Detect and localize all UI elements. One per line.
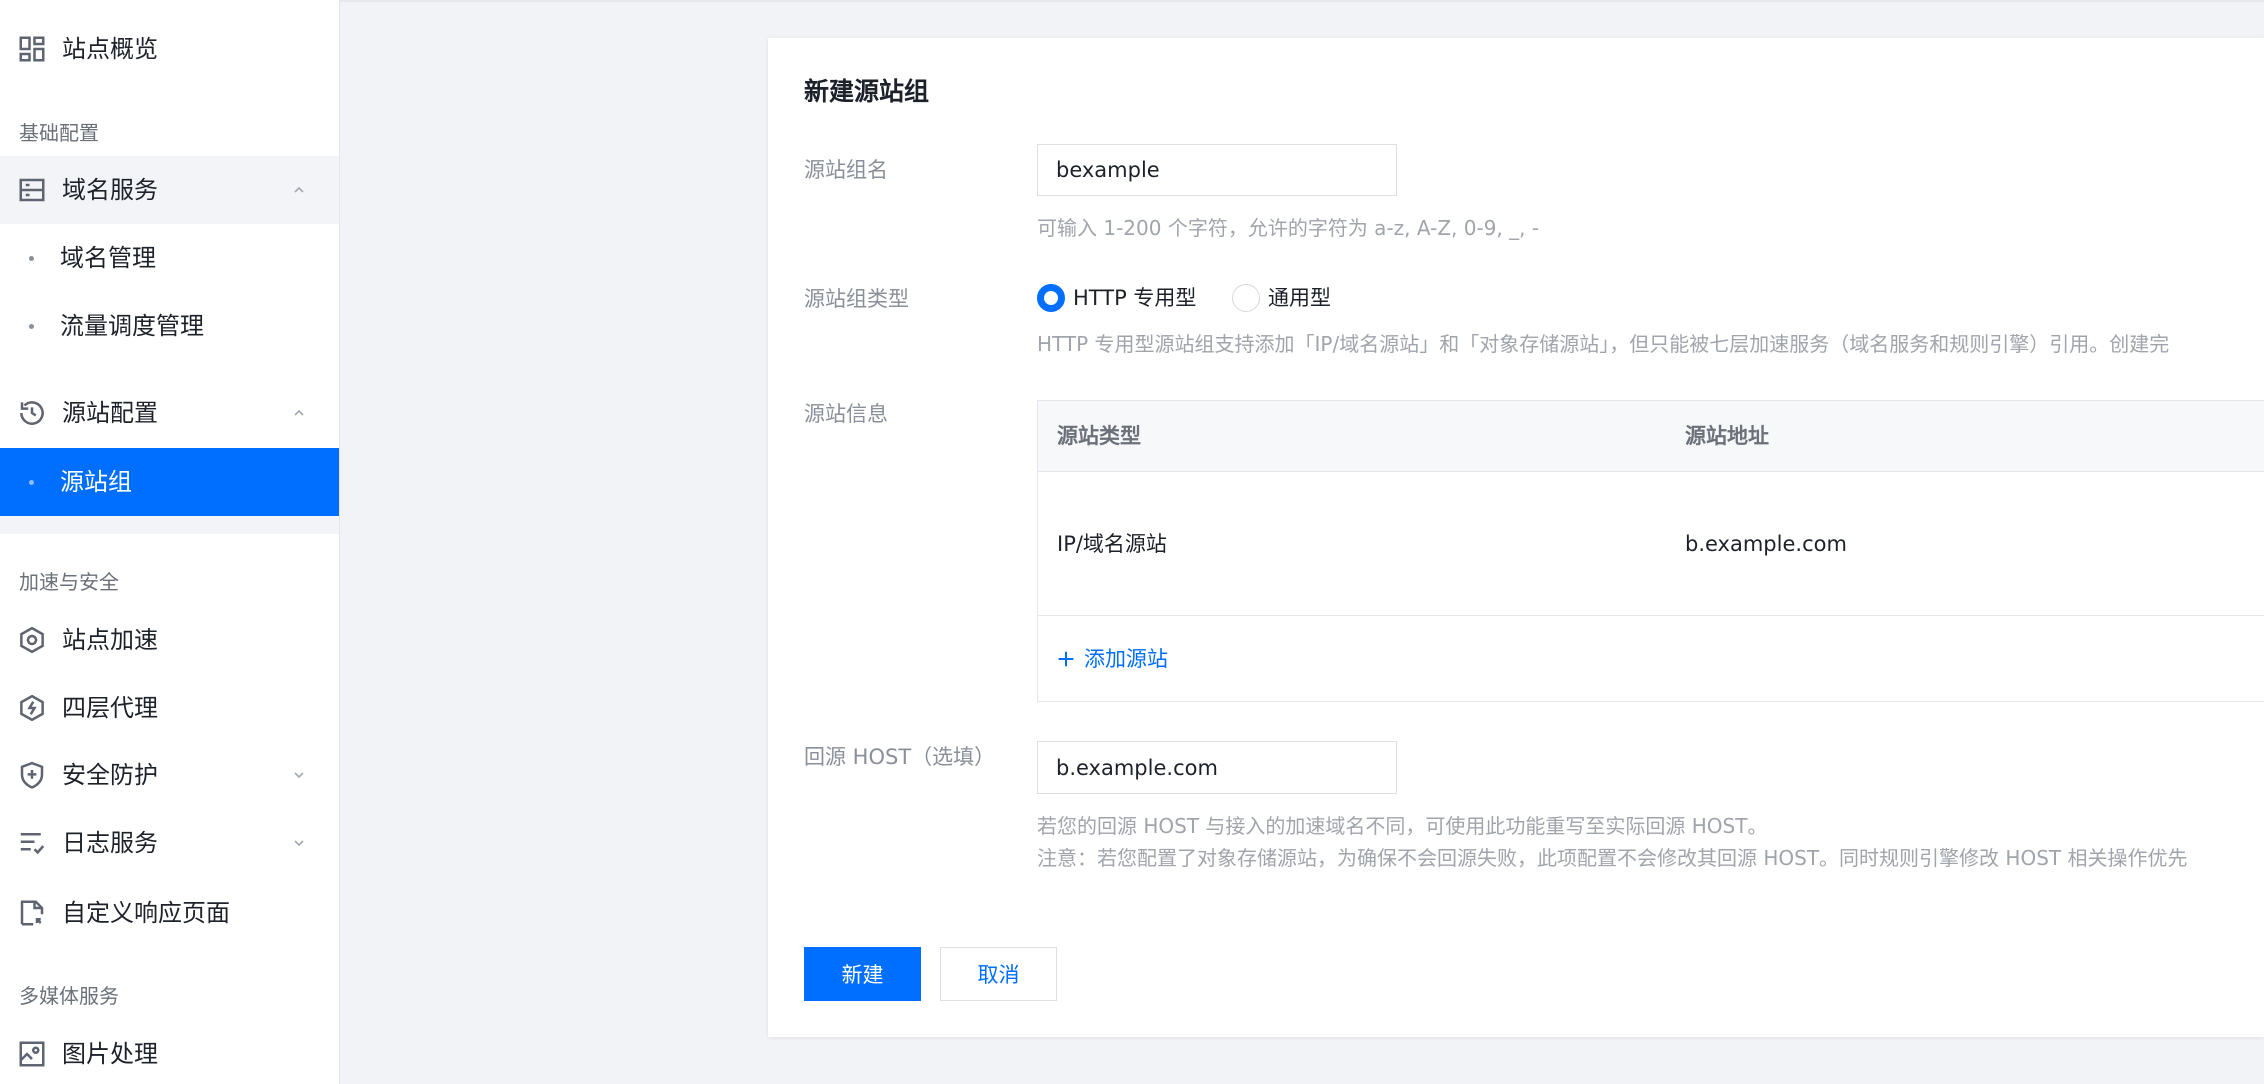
sidebar-item-label: 域名服务	[62, 176, 158, 204]
radio-label: HTTP 专用型	[1073, 286, 1197, 310]
sidebar-item-traffic-scheduling[interactable]: 流量调度管理	[0, 292, 339, 360]
sidebar-item-custom-page[interactable]: 自定义响应页面	[0, 879, 339, 947]
dashboard-icon	[17, 34, 47, 64]
origin-host-note: 注意：若您配置了对象存储源站，为确保不会回源失败，此项配置不会修改其回源 HOS…	[1037, 846, 2188, 870]
server-icon	[17, 175, 47, 205]
radio-http-dedicated[interactable]: HTTP 专用型	[1037, 284, 1197, 312]
section-label-accel: 加速与安全	[19, 570, 119, 594]
history-icon	[17, 398, 47, 428]
sidebar-item-origin-group[interactable]: 源站组	[0, 448, 339, 516]
table-header: 源站类型 源站地址	[1038, 401, 2264, 472]
sidebar-item-label: 日志服务	[62, 829, 158, 857]
sidebar-item-label: 站点加速	[62, 626, 158, 654]
bullet	[29, 256, 34, 261]
cancel-button[interactable]: 取消	[940, 947, 1057, 1001]
origin-info-label: 源站信息	[804, 402, 888, 426]
sidebar-item-domain-management[interactable]: 域名管理	[0, 224, 339, 292]
cell-origin-address: b.example.com	[1685, 532, 1847, 556]
origin-table: 源站类型 源站地址 IP/域名源站 b.example.com 添加源站	[1037, 400, 2264, 702]
radio-unchecked-icon[interactable]	[1232, 284, 1260, 312]
radio-label: 通用型	[1268, 286, 1331, 310]
chevron-down-icon[interactable]	[292, 836, 306, 850]
add-origin-label: 添加源站	[1084, 647, 1168, 671]
sidebar-item-label: 流量调度管理	[60, 312, 204, 340]
chevron-down-icon[interactable]	[292, 768, 306, 782]
image-icon	[17, 1039, 47, 1069]
sidebar-group-logs[interactable]: 日志服务	[0, 809, 339, 877]
sidebar-item-label: 图片处理	[62, 1040, 158, 1068]
add-origin-button[interactable]: 添加源站	[1057, 616, 1217, 702]
sidebar-item-label: 站点概览	[62, 35, 158, 63]
section-label-basic: 基础配置	[19, 121, 99, 145]
section-label-media: 多媒体服务	[19, 984, 119, 1008]
origin-host-help: 若您的回源 HOST 与接入的加速域名不同，可使用此功能重写至实际回源 HOST…	[1037, 814, 1768, 838]
origin-group-name-input[interactable]	[1037, 144, 1397, 196]
custom-page-icon	[17, 898, 47, 928]
chevron-up-icon[interactable]	[292, 406, 306, 420]
sidebar-item-label: 安全防护	[62, 761, 158, 789]
accelerate-icon	[17, 625, 47, 655]
radio-general[interactable]: 通用型	[1232, 284, 1352, 312]
origin-host-input[interactable]	[1037, 741, 1397, 794]
origin-host-label: 回源 HOST（选填）	[804, 745, 996, 769]
origin-group-type-label: 源站组类型	[804, 287, 909, 311]
sidebar-group-security[interactable]: 安全防护	[0, 741, 339, 809]
sidebar-item-label: 域名管理	[60, 244, 156, 272]
sidebar-group-origin-config[interactable]: 源站配置	[0, 379, 339, 447]
column-origin-address: 源站地址	[1685, 424, 1769, 448]
sidebar-item-l4-proxy[interactable]: 四层代理	[0, 674, 339, 742]
table-row: IP/域名源站 b.example.com	[1038, 472, 2264, 616]
sidebar-group-domain-service[interactable]: 域名服务	[0, 156, 339, 224]
column-origin-type: 源站类型	[1057, 424, 1141, 448]
page-title: 新建源站组	[804, 77, 930, 106]
bullet	[29, 324, 34, 329]
origin-group-type-help: HTTP 专用型源站组支持添加「IP/域名源站」和「对象存储源站」，但只能被七层…	[1037, 332, 2170, 356]
sidebar-item-image-processing[interactable]: 图片处理	[0, 1020, 339, 1084]
sidebar-item-label: 自定义响应页面	[62, 899, 230, 927]
sidebar-item-overview[interactable]: 站点概览	[0, 15, 339, 83]
create-origin-group-panel: 新建源站组 源站组名 可输入 1-200 个字符，允许的字符为 a-z, A-Z…	[768, 38, 2264, 1037]
plus-icon	[1057, 650, 1075, 668]
cell-origin-type: IP/域名源站	[1057, 532, 1167, 556]
shield-icon	[17, 760, 47, 790]
section-divider	[0, 516, 339, 534]
origin-group-name-help: 可输入 1-200 个字符，允许的字符为 a-z, A-Z, 0-9, _, -	[1037, 216, 1540, 240]
origin-group-name-label: 源站组名	[804, 158, 888, 182]
radio-checked-icon[interactable]	[1037, 284, 1065, 312]
table-add-row: 添加源站	[1038, 616, 2264, 702]
log-list-icon	[17, 828, 47, 858]
sidebar-item-label: 四层代理	[62, 694, 158, 722]
chevron-up-icon[interactable]	[292, 183, 306, 197]
sidebar-item-label: 源站组	[60, 468, 132, 496]
sidebar: 站点概览 基础配置 域名服务 域名管理 流量调度管理 源站配置 源站组 加速与安…	[0, 0, 340, 1084]
bullet	[29, 480, 34, 485]
l4-proxy-icon	[17, 693, 47, 723]
create-button[interactable]: 新建	[804, 947, 921, 1001]
header-divider	[340, 0, 2264, 2]
sidebar-item-site-accel[interactable]: 站点加速	[0, 606, 339, 674]
sidebar-item-label: 源站配置	[62, 399, 158, 427]
